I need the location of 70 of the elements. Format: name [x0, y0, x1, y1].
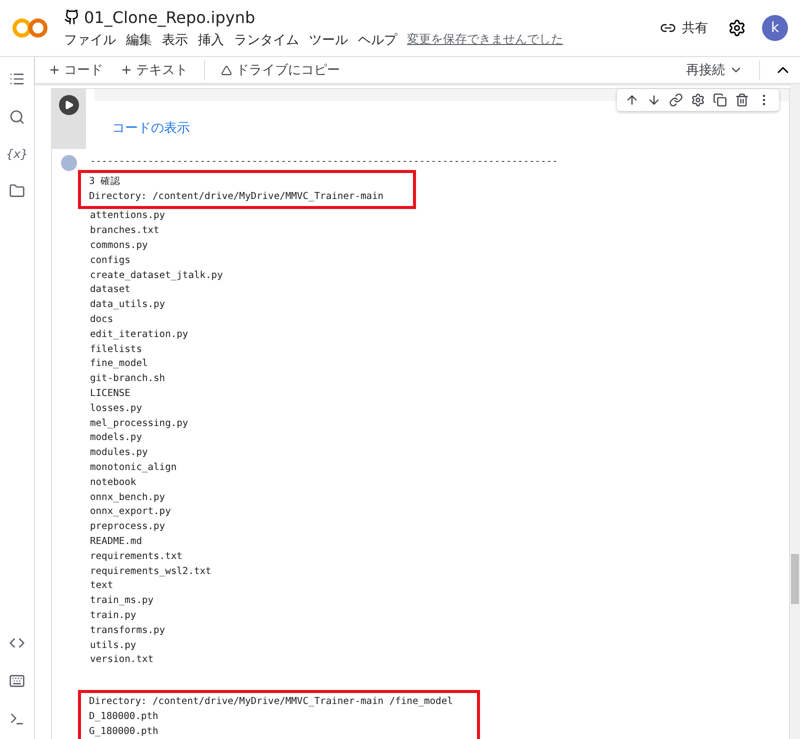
- menu-item[interactable]: 表示: [162, 30, 188, 48]
- output-line: attentions.py: [90, 209, 166, 224]
- output-line: mel_processing.py: [90, 416, 190, 431]
- copy-to-drive-button[interactable]: ドライブにコピー: [219, 61, 342, 79]
- search-icon[interactable]: [9, 109, 25, 125]
- output-line: edit_iteration.py: [90, 328, 190, 342]
- settings-icon[interactable]: [691, 93, 705, 107]
- link-icon[interactable]: [669, 93, 683, 107]
- terminal-icon[interactable]: [9, 711, 25, 727]
- keyboard-icon[interactable]: [9, 673, 25, 689]
- output-line: preprocess.py: [90, 520, 166, 534]
- mirror-cell-icon[interactable]: [713, 93, 727, 107]
- output-line: Directory: /content/drive/MyDrive/MMVC_Trainer-main: [89, 190, 385, 204]
- output-line: docs: [90, 312, 114, 327]
- output-line: branches.txt: [90, 224, 160, 238]
- share-button[interactable]: 共有: [656, 15, 712, 41]
- delete-icon[interactable]: [735, 93, 749, 107]
- save-notice-link[interactable]: 変更を保存できませんでした: [407, 31, 563, 48]
- notebook-title[interactable]: 01_Clone_Repo.ipynb: [84, 8, 256, 26]
- output-line: utils.py: [90, 638, 138, 652]
- output-line: fine_model: [90, 357, 149, 372]
- folder-icon[interactable]: [9, 183, 25, 199]
- colab-logo: [12, 16, 48, 40]
- add-text-button[interactable]: + テキスト: [119, 61, 190, 79]
- github-icon: [64, 9, 80, 25]
- output-line: train_ms.py: [90, 594, 155, 608]
- variables-icon[interactable]: {x}: [6, 147, 28, 161]
- menu-item[interactable]: ランタイム: [234, 30, 299, 48]
- avatar[interactable]: k: [762, 15, 788, 41]
- table-of-contents-icon[interactable]: [9, 71, 25, 87]
- play-icon: [64, 100, 74, 110]
- output-line: D_180000.pth: [89, 710, 160, 724]
- output-line: transforms.py: [90, 624, 166, 638]
- output-line: train.py: [90, 608, 138, 623]
- reconnect-button[interactable]: 再接続: [684, 61, 745, 79]
- output-line: G_180000.pth: [89, 724, 160, 739]
- drive-icon: [221, 64, 232, 76]
- show-code-link[interactable]: コードの表示: [112, 119, 789, 137]
- output-line: 3 確認: [89, 174, 122, 189]
- output-line: models.py: [90, 431, 143, 446]
- output-line: dataset: [90, 283, 132, 298]
- output-line: version.txt: [90, 653, 155, 668]
- output-line: requirements_wsl2.txt: [90, 564, 212, 579]
- output-line: notebook: [90, 476, 138, 490]
- output-line: losses.py: [90, 402, 143, 416]
- output-line: LICENSE: [90, 386, 132, 401]
- output-line: modules.py: [90, 446, 149, 460]
- menu-item[interactable]: ヘルプ: [358, 30, 397, 48]
- menu-item[interactable]: 挿入: [198, 30, 224, 48]
- output-line: ---------------------------------------------------------------------------------: [90, 155, 558, 169]
- add-code-button[interactable]: + コード: [47, 61, 106, 79]
- output-line: configs: [90, 254, 132, 268]
- output-line: README.md: [90, 534, 143, 549]
- output-line: commons.py: [90, 238, 149, 253]
- run-button[interactable]: [59, 95, 79, 115]
- output-line: onnx_export.py: [90, 505, 172, 520]
- output-line: monotonic_align: [90, 460, 178, 475]
- output-line: data_utils.py: [90, 298, 166, 312]
- output-line: filelists: [90, 342, 143, 357]
- output-line: Directory: /content/drive/MyDrive/MMVC_Trainer-main /fine_model: [89, 695, 454, 710]
- output-line: requirements.txt: [90, 550, 184, 564]
- output-line: onnx_bench.py: [90, 490, 166, 505]
- output-line: git-branch.sh: [90, 372, 166, 386]
- output-line: text: [90, 579, 114, 594]
- menu-item[interactable]: ツール: [309, 30, 348, 48]
- menu-item[interactable]: 編集: [126, 30, 152, 48]
- output-line: create_dataset_jtalk.py: [90, 268, 224, 283]
- settings-icon[interactable]: [728, 19, 746, 37]
- scrollbar-thumb[interactable]: [791, 554, 799, 604]
- menu-item[interactable]: ファイル: [64, 30, 116, 48]
